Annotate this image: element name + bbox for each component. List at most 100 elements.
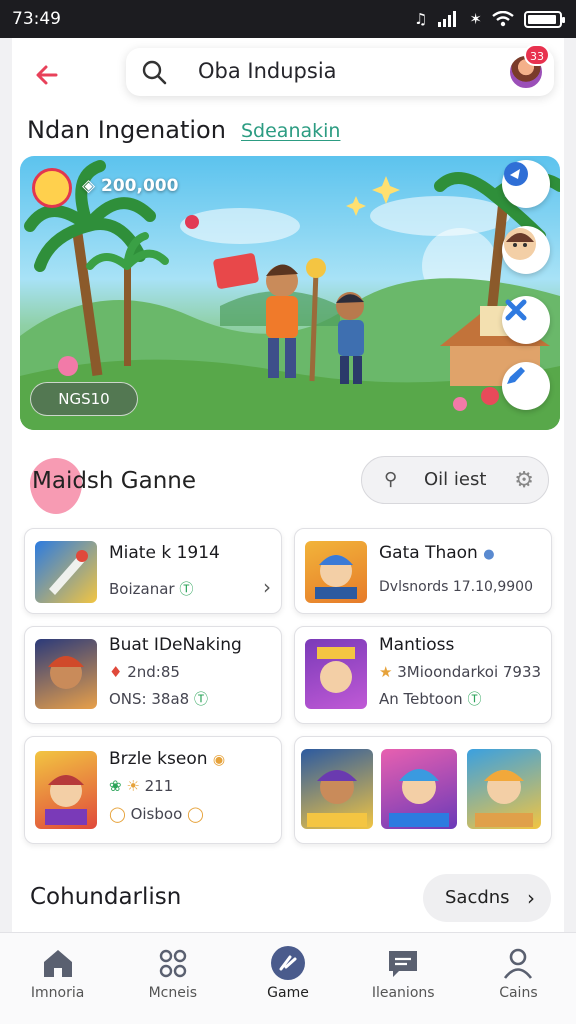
page-link[interactable]: Sdeanakin (241, 120, 340, 142)
signal-icon (438, 11, 457, 27)
game-card[interactable]: Brzle kseon ◉ ❀ ☀ 211 ◯ Oisboo ◯ (24, 736, 282, 844)
sort-label: Oil iest (424, 469, 487, 490)
check-icon: Ⓣ (193, 692, 208, 708)
search-box[interactable]: Oba Indupsia 33 (126, 44, 554, 96)
tab-people[interactable]: Mcneis (115, 933, 230, 1024)
tab-bar: Imnoria Mcneis Game Ileanions Cains (0, 932, 576, 1024)
game-icon (271, 946, 305, 980)
points-value: 200,000 (101, 176, 179, 196)
game-info-text: Oisboo (130, 805, 183, 823)
people-icon (159, 949, 186, 978)
tab-label: Game (267, 985, 309, 1001)
arrow-left-icon (36, 65, 58, 85)
game-card[interactable]: Gata Thaon ● Dvlsnords 17.10,9900 (294, 528, 552, 614)
tab-chat[interactable]: Ileanions (346, 933, 461, 1024)
search-icon (142, 60, 167, 85)
friend-avatar-button[interactable] (502, 226, 550, 274)
game-thumbnail (35, 751, 97, 829)
coin-icon: ◯ (187, 805, 204, 823)
game-title: Mantioss (379, 635, 455, 655)
tab-home[interactable]: Imnoria (0, 933, 115, 1024)
top-bar: Oba Indupsia 33 (12, 44, 564, 102)
home-icon (43, 950, 72, 977)
game-logo-icon (32, 168, 72, 208)
silent-icon: ♫ (413, 10, 428, 28)
coin-icon: ◯ (109, 805, 126, 823)
tab-label: Imnoria (30, 985, 85, 1001)
banner-tag[interactable]: NGS10 (30, 382, 138, 416)
game-title: Brzle kseon ◉ (109, 749, 225, 769)
status-icons: ♫ ✶ (413, 10, 565, 28)
status-bar: 73:49 ♫ ✶ (0, 0, 576, 38)
game-meta-text: 2nd:85 (127, 663, 180, 681)
game-subtitle: Dvlsnords 17.10,9900 (379, 579, 533, 595)
tools-button[interactable] (502, 296, 550, 344)
game-meta: ★ 3Mioondarkoi 7933 (379, 663, 541, 681)
game-meta: ♦ 2nd:85 (109, 663, 180, 681)
game-thumbnail[interactable] (381, 749, 457, 829)
sort-button[interactable]: ⚲ Oil iest ⚙ (361, 456, 549, 504)
status-time: 73:49 (12, 9, 61, 29)
game-info-text: ONS: 38a8 (109, 690, 190, 708)
game-meta: ❀ ☀ 211 (109, 777, 173, 795)
verified-icon: ● (483, 547, 495, 562)
section-title: Cohundarlisn (30, 884, 182, 910)
featured-banner[interactable]: ◈ 200,000 NGS10 (20, 156, 560, 430)
pencil-icon (507, 367, 525, 384)
flame-icon: ♦ (109, 663, 123, 681)
edit-button[interactable] (502, 362, 550, 410)
tab-label: Mcneis (148, 985, 198, 1001)
section-title: Maidsh Ganne (32, 468, 197, 494)
see-all-label: Sacdns (445, 887, 510, 908)
sun-icon: ☀ (126, 777, 140, 795)
sort-icon: ⚲ (384, 469, 398, 490)
game-title: Gata Thaon ● (379, 543, 495, 563)
search-query: Oba Indupsia (198, 59, 337, 83)
badge-icon: ◉ (212, 752, 226, 768)
tab-label: Ileanions (371, 985, 435, 1001)
game-title-text: Brzle kseon (109, 749, 208, 769)
game-title: Buat IDeNaking (109, 635, 242, 655)
share-button[interactable] (502, 160, 550, 208)
tab-profile[interactable]: Cains (461, 933, 576, 1024)
game-card[interactable]: Miate k 1914 Boizanar Ⓣ › (24, 528, 282, 614)
game-info: An Tebtoon Ⓣ (379, 689, 481, 709)
game-thumbnail[interactable] (301, 749, 373, 829)
game-card[interactable]: Buat IDeNaking ♦ 2nd:85 ONS: 38a8 Ⓣ (24, 626, 282, 724)
game-info: ◯ Oisboo ◯ (109, 805, 204, 823)
game-thumbnail (35, 541, 97, 603)
tab-label: Cains (499, 985, 538, 1001)
game-card[interactable]: Mantioss ★ 3Mioondarkoi 7933 An Tebtoon … (294, 626, 552, 724)
puzzle-icon: ❀ (109, 777, 122, 795)
tab-game[interactable]: Game (230, 933, 345, 1024)
tools-icon (505, 299, 527, 321)
game-thumbnail (35, 639, 97, 709)
game-title-text: Gata Thaon (379, 543, 478, 563)
banner-points: ◈ 200,000 (82, 176, 179, 196)
chevron-right-icon: › (527, 886, 535, 910)
page-title: Ndan Ingenation (27, 116, 226, 144)
back-button[interactable] (30, 58, 64, 92)
see-all-button[interactable]: Sacdns › (423, 874, 551, 922)
friend-avatar-icon (504, 228, 536, 260)
game-subtitle: Boizanar Ⓣ (109, 579, 193, 599)
game-meta-text: 3Mioondarkoi 7933 (397, 663, 542, 681)
game-title: Miate k 1914 (109, 543, 220, 563)
game-info-text: An Tebtoon (379, 690, 463, 708)
bluetooth-icon: ✶ (469, 10, 482, 28)
app-screen: Oba Indupsia 33 Ndan Ingenation Sdeanaki… (12, 38, 564, 1024)
share-icon (504, 162, 528, 186)
check-icon: Ⓣ (179, 582, 194, 598)
wifi-icon (492, 11, 514, 27)
game-subtitle-text: Boizanar (109, 580, 175, 598)
game-thumbnail-strip[interactable] (294, 736, 552, 844)
game-thumbnail[interactable] (467, 749, 541, 829)
star-icon: ★ (379, 663, 393, 681)
game-meta-text: 211 (144, 777, 174, 795)
chat-icon (389, 951, 418, 977)
game-thumbnail (305, 541, 367, 603)
chevron-right-icon[interactable]: › (263, 575, 271, 599)
notification-badge: 33 (524, 44, 550, 66)
game-info: ONS: 38a8 Ⓣ (109, 689, 208, 709)
game-thumbnail (305, 639, 367, 709)
